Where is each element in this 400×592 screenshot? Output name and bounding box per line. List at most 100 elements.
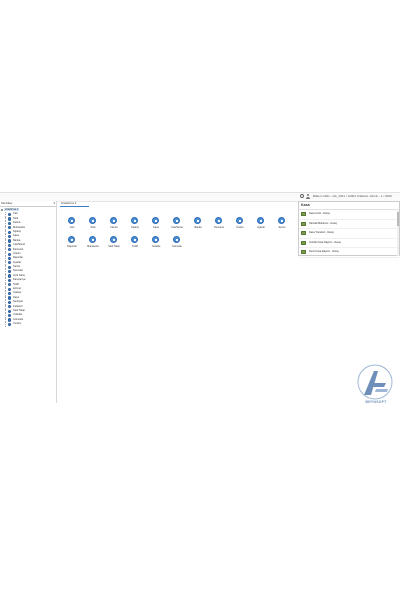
module-icon xyxy=(131,236,138,243)
report-icon xyxy=(301,250,306,254)
panel-list-item[interactable]: Kasa Transferi - Detay xyxy=(299,229,399,239)
module-tile-label: Raporlar xyxy=(67,245,77,248)
module-tile[interactable]: Teklif xyxy=(125,236,145,250)
module-icon xyxy=(152,236,159,243)
module-tile-label: Ayarlar xyxy=(257,226,265,229)
sidebar-item-label: Teklif xyxy=(13,282,19,286)
module-icon xyxy=(236,217,243,224)
module-tile[interactable]: Cari xyxy=(62,217,82,231)
module-tile[interactable]: Güncelle xyxy=(167,236,187,250)
panel-list-item[interactable]: Günlük Kasa Raporu - Detay xyxy=(299,239,399,248)
module-tile-label: Personel xyxy=(214,226,224,229)
module-tile-label: Yedekle xyxy=(151,245,161,248)
module-icon xyxy=(8,256,12,261)
sidebar-item-label: Tanımlar xyxy=(13,269,23,273)
panel-item-label: Devir Kasa Raporu - Detay xyxy=(309,250,339,253)
module-tile-label: Kasa xyxy=(153,226,159,229)
module-icon xyxy=(8,305,12,309)
kasa-panel: Kasa Kasa Girisi - Detay Tahsilat Makbuzu… xyxy=(298,201,400,258)
module-tile[interactable]: Sipariş xyxy=(125,217,145,231)
module-icon xyxy=(8,292,12,296)
user-icon[interactable] xyxy=(306,194,310,199)
panel-list-item[interactable]: Kasa Girisi - Detay xyxy=(299,210,399,220)
module-icon xyxy=(8,252,12,256)
panel-list-item[interactable]: Tahsilat Makbuzu - Detay xyxy=(299,220,399,229)
sidebar-item-label: Kullanici xyxy=(13,304,23,308)
module-tile-label: Fatura xyxy=(110,226,118,229)
module-tile[interactable]: Muhasebe xyxy=(83,236,103,250)
tree-root-label: Arastirma 1 xyxy=(4,208,20,211)
report-icon xyxy=(301,240,306,245)
module-tile-label: Üretim xyxy=(236,226,244,229)
module-tile-label: Cari xyxy=(69,226,75,229)
sidebar-item-label: Hizmet xyxy=(13,287,22,291)
module-tile[interactable]: Stok Takip xyxy=(104,236,124,250)
module-tile[interactable]: Yedekle xyxy=(146,236,166,250)
module-tile[interactable]: Üretim xyxy=(230,217,250,231)
module-icon xyxy=(8,296,12,300)
module-tile[interactable]: Kasa xyxy=(146,217,166,231)
module-tile[interactable]: Stok xyxy=(83,217,103,231)
module-tile[interactable]: Banka xyxy=(188,217,208,231)
module-tile-label: Sipariş xyxy=(131,226,139,229)
module-icon xyxy=(8,274,12,278)
module-icon xyxy=(89,236,96,243)
sidebar-item-label: Personel xyxy=(13,247,24,251)
module-icon xyxy=(8,230,12,234)
panel-scrollbar[interactable] xyxy=(397,209,399,256)
sidebar-title: Modüller xyxy=(1,201,13,205)
module-icon xyxy=(8,300,12,304)
module-icon xyxy=(8,217,12,221)
module-tile[interactable]: Personel xyxy=(209,217,229,231)
module-icon xyxy=(68,236,75,243)
module-tile-label: Teklif xyxy=(132,245,138,248)
module-sidebar: Modüller ▾ - Arastirma 1 Cari Stok Fatura M… xyxy=(0,201,57,403)
module-tile[interactable]: Fatura xyxy=(104,217,124,231)
module-tile-label: Banka xyxy=(194,226,202,229)
database-info: Baltem 2021 - tab_2021 / 12004 xyxy=(313,194,356,198)
panel-title: Kasa xyxy=(299,202,399,210)
module-icon xyxy=(8,234,12,239)
module-tile[interactable]: Ayarlar xyxy=(251,217,271,231)
module-icon xyxy=(8,239,12,243)
sidebar-item-label: Yardım xyxy=(13,322,22,326)
sidebar-item-label: Raporlar xyxy=(13,256,23,260)
sidebar-header[interactable]: Modüller ▾ xyxy=(0,201,56,207)
sidebar-item-label: Muhasebe xyxy=(13,225,26,229)
panel-item-label: Kasa Transferi - Detay xyxy=(309,231,334,234)
module-icon xyxy=(8,309,12,313)
sidebar-item-label: Stok Takip xyxy=(13,308,25,312)
logo-text: BEYNSOFT xyxy=(365,400,387,404)
panel-item-label: Günlük Kasa Raporu - Detay xyxy=(309,240,341,244)
module-tile-label: Muhasebe xyxy=(87,245,99,248)
chevron-down-icon[interactable]: ▾ xyxy=(53,201,55,206)
module-icon xyxy=(8,243,12,247)
search-icon[interactable] xyxy=(300,194,304,198)
panel-item-label: Kasa Girisi - Detay xyxy=(309,212,330,215)
module-icon xyxy=(8,287,12,291)
sidebar-item-label: Servis xyxy=(13,265,21,269)
module-icon xyxy=(8,261,12,265)
sidebar-item[interactable]: Yardım xyxy=(0,322,56,327)
sidebar-item-label: Kasa xyxy=(13,234,19,238)
module-icon xyxy=(8,212,12,217)
module-icon xyxy=(173,217,180,224)
module-tile[interactable]: Cek/Senet xyxy=(167,217,187,231)
module-tile-label: Güncelle xyxy=(172,245,182,248)
module-icon xyxy=(8,313,12,318)
tree-line xyxy=(5,322,6,327)
sidebar-item-label: Stok xyxy=(13,216,19,220)
collapse-icon[interactable]: - xyxy=(1,209,3,212)
report-icon xyxy=(301,212,306,216)
tab-arastirma[interactable]: Arastirma 1 xyxy=(60,201,89,207)
sidebar-item-label: İrsaliye xyxy=(13,291,22,295)
module-icon xyxy=(8,270,12,274)
panel-list-item[interactable]: Devir Kasa Raporu - Detay xyxy=(299,248,399,258)
module-tree: - Arastirma 1 Cari Stok Fatura Muhasebe Sipa… xyxy=(0,208,56,327)
module-tile[interactable]: Raporlar xyxy=(62,236,82,250)
sidebar-item-label: Yedekle xyxy=(13,313,23,317)
sidebar-item-label: Güncelle xyxy=(13,317,24,321)
module-icon xyxy=(131,217,138,224)
module-tile-label: Cek/Senet xyxy=(171,226,183,229)
module-tile[interactable]: Servis xyxy=(272,217,292,231)
